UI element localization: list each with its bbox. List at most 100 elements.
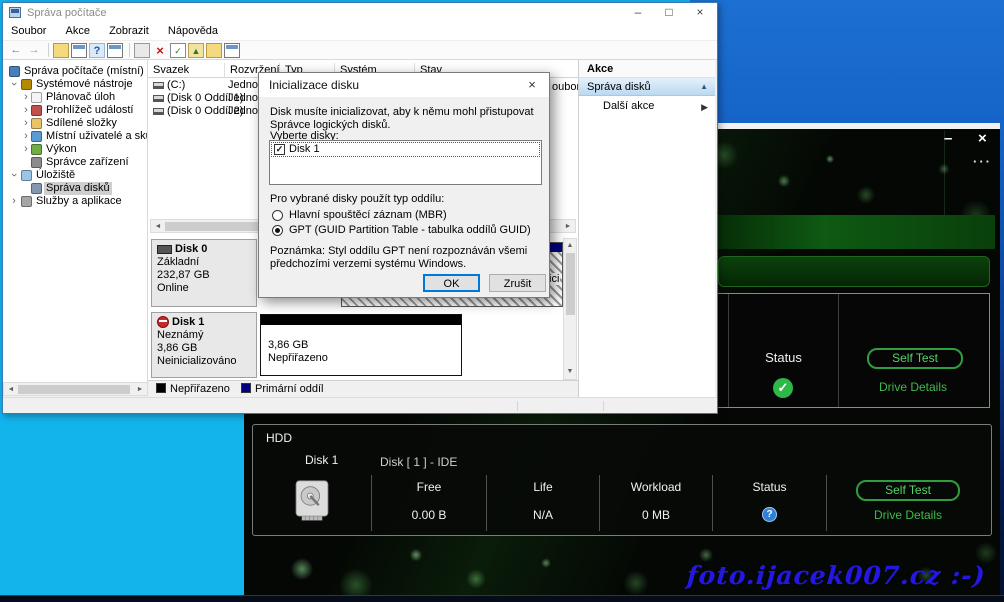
initialize-disk-dialog: Inicializace disku × Disk musíte inicial… [258,72,550,298]
status-question-icon[interactable]: ? [762,507,777,522]
console-tree: Správa počítače (místní) › Systémové nás… [3,60,148,382]
chevron-right-icon[interactable]: › [22,91,30,103]
close-icon[interactable]: × [685,3,715,23]
disk1-info-box[interactable]: Disk 1 Neznámý 3,86 GB Neinicializováno [151,312,257,378]
chevron-down-icon[interactable]: › [8,80,20,88]
hdd-drive-details-link[interactable]: Drive Details [874,508,942,522]
actions-header: Akce [579,60,715,78]
hdd-self-test-button[interactable]: Self Test [856,480,960,501]
chevron-right-icon[interactable]: › [22,104,30,116]
export-icon[interactable]: ▲ [188,43,204,58]
hdd-drive-icon [292,480,332,522]
performance-icon [31,144,42,155]
search-folder-icon[interactable] [206,43,222,58]
title-bar[interactable]: Správa počítače – □ × [3,3,717,23]
window-list-icon[interactable] [71,43,87,58]
tree-item-label: Správa počítače (místní) [22,65,146,78]
disk-icon [157,245,172,254]
tree-horizontal-scrollbar[interactable]: ◄ ► [3,382,148,396]
disk-vertical-scrollbar[interactable]: ▲ ▼ [563,238,577,380]
up-folder-icon[interactable] [53,43,69,58]
check-doc-icon[interactable]: ✓ [170,43,186,58]
life-value: N/A [533,508,553,522]
tree-item-label: Sdílené složky [44,117,119,130]
hdd-section-label: HDD [266,431,292,445]
actions-group-label: Správa disků [587,81,651,93]
cancel-button[interactable]: Zrušit [489,274,546,292]
disk-listbox[interactable]: ✓ Disk 1 [269,140,542,185]
tools-icon [21,79,32,90]
dialog-message: Disk musíte inicializovat, aby k němu mo… [270,106,542,132]
disk1-partition-box[interactable]: 3,86 GB Nepřiřazeno [260,314,462,376]
workload-label: Workload [631,480,681,494]
tree-item-label: Plánovač úloh [44,91,117,104]
scroll-down-icon[interactable]: ▼ [564,366,576,378]
taskbar-edge [0,595,1004,602]
minimize-icon[interactable]: – [944,131,952,147]
ok-button[interactable]: OK [423,274,480,292]
menu-help[interactable]: Nápověda [160,23,226,37]
tree-item-label: Úložiště [34,169,77,182]
event-log-icon [31,105,42,116]
actions-more-label: Další akce [603,100,654,112]
chevron-right-icon[interactable]: › [22,117,30,129]
collapse-icon[interactable]: ▲ [700,78,708,96]
close-icon[interactable]: × [978,131,987,147]
storage-icon [21,170,32,181]
drive-details-link[interactable]: Drive Details [837,380,989,394]
disk1-kind: Neznámý [157,329,256,342]
checkbox-checked-icon[interactable]: ✓ [274,144,285,155]
warning-icon [157,316,169,328]
chevron-right-icon[interactable]: › [22,130,30,142]
maximize-icon[interactable]: □ [654,3,684,23]
scroll-left-icon[interactable]: ◄ [5,384,17,396]
menu-view[interactable]: Zobrazit [101,23,157,37]
disk0-info-box[interactable]: Disk 0 Základní 232,87 GB Online [151,239,257,307]
actions-group-disk-management[interactable]: Správa disků ▲ [579,78,715,96]
radio-unselected-icon[interactable] [272,210,283,221]
self-test-button[interactable]: Self Test [867,348,963,369]
actions-more-item[interactable]: Další akce ▶ [579,98,715,114]
tree-item-label: Správce zařízení [44,156,131,169]
status-label: Status [729,350,838,365]
window-pane-icon[interactable] [107,43,123,58]
hdd-disk-title: Disk [ 1 ] - IDE [380,455,457,469]
forward-icon[interactable]: → [26,43,42,58]
radio-selected-icon[interactable] [272,225,283,236]
toolbar-separator [129,43,130,57]
dialog-title-bar[interactable]: Inicializace disku × [259,73,549,97]
device-icon [31,157,42,168]
chevron-right-icon[interactable]: › [22,143,30,155]
delete-icon[interactable]: × [152,43,168,58]
toolbar-separator [48,43,49,57]
volume-icon [153,82,164,89]
workload-value: 0 MB [642,508,670,522]
scroll-up-icon[interactable]: ▲ [564,240,576,252]
status-column: Status ✓ [728,294,839,407]
selftest-column: Self Test Drive Details [837,294,989,407]
green-section-bar[interactable] [718,256,990,287]
scroll-right-icon[interactable]: ► [134,384,146,396]
column-header-volume[interactable]: Svazek [148,63,225,77]
scroll-left-icon[interactable]: ◄ [152,221,164,233]
minimize-icon[interactable]: – [623,3,653,23]
scroll-right-icon[interactable]: ► [562,221,574,233]
properties-icon[interactable] [224,43,240,58]
chevron-down-icon[interactable]: › [8,171,20,179]
back-icon[interactable]: ← [8,43,24,58]
popup-icon[interactable] [134,43,150,58]
scrollbar-thumb[interactable] [18,385,130,394]
close-icon[interactable]: × [517,73,547,96]
tree-item-label: Systémové nástroje [34,78,135,91]
chevron-right-icon[interactable]: › [10,195,18,207]
scrollbar-thumb[interactable] [566,253,575,315]
menu-action[interactable]: Akce [58,23,98,37]
hdd-free-cell: Free 0.00 B [371,475,486,531]
hdd-icon-cell[interactable] [253,475,371,531]
menu-ellipsis-icon[interactable]: ··· [973,154,992,169]
window-title: Správa počítače [27,7,107,19]
disk-list-item[interactable]: ✓ Disk 1 [271,142,540,157]
help-icon[interactable]: ? [89,43,105,58]
menu-file[interactable]: Soubor [3,23,54,37]
dialog-title: Inicializace disku [269,78,359,92]
